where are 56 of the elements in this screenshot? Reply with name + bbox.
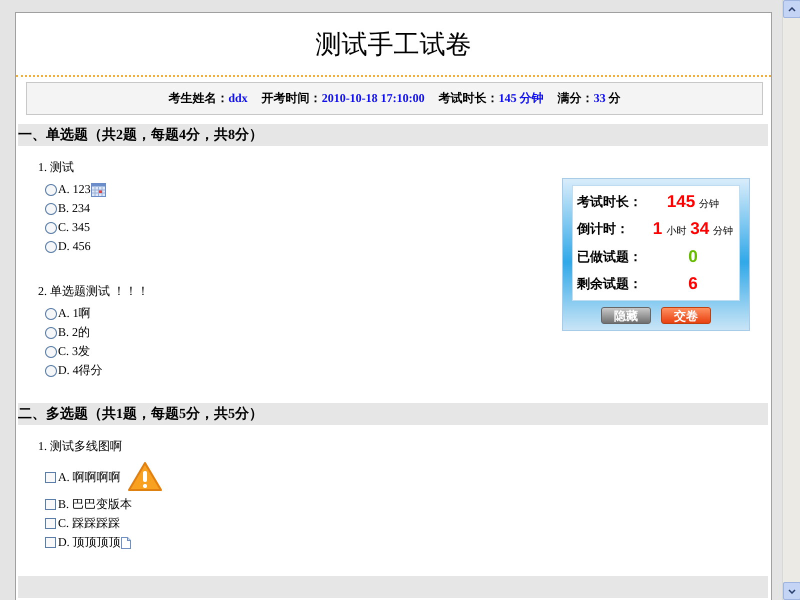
warning-icon: [126, 461, 163, 493]
option-label: A. 1啊: [58, 305, 91, 322]
chevron-down-icon: [788, 588, 796, 594]
section-heading: 一、单选题（共2题，每题4分，共8分）: [18, 124, 768, 146]
radio-button[interactable]: [45, 184, 57, 196]
option-label: D. 456: [58, 239, 91, 254]
radio-button[interactable]: [45, 364, 57, 376]
calendar-icon: [90, 182, 106, 196]
status-value: 0: [688, 246, 698, 267]
radio-button[interactable]: [45, 308, 57, 320]
exam-info-text: 考试时长：145 分钟: [438, 90, 544, 107]
status-label: 剩余试题：: [577, 275, 643, 294]
option-label: B. 2的: [58, 324, 90, 341]
scroll-down-button[interactable]: [783, 582, 800, 600]
radio-button[interactable]: [45, 202, 57, 214]
checkbox[interactable]: [45, 472, 56, 482]
status-unit: 小时: [666, 224, 686, 238]
question-text: 1. 测试多线图啊: [38, 438, 122, 455]
option-label: A. 123: [58, 182, 91, 197]
option-label: D. 4得分: [58, 362, 103, 379]
status-value: 1: [652, 219, 662, 240]
exam-info-text: 考生姓名：ddx: [168, 90, 248, 107]
status-value: 145: [666, 192, 696, 212]
status-value: 34: [690, 219, 710, 240]
status-unit: 分钟: [699, 198, 720, 211]
checkbox[interactable]: [45, 518, 56, 529]
option-label: B. 234: [58, 201, 90, 216]
exam-title: 测试手工试卷: [16, 13, 771, 77]
question-text: 1. 测试: [38, 159, 74, 176]
question-text: 2. 单选题测试 ！！！: [38, 283, 149, 300]
option-label: A. 啊啊啊啊: [58, 468, 121, 486]
checkbox[interactable]: [45, 499, 56, 510]
option-label: D. 顶顶顶顶: [58, 534, 121, 551]
hide-button[interactable]: 隐藏: [601, 307, 651, 324]
option-label: B. 巴巴变版本: [58, 496, 132, 513]
document-icon: [120, 536, 131, 548]
exam-info-text: 开考时间：2010-10-18 17:10:00: [262, 90, 425, 107]
option-label: C. 踩踩踩踩: [58, 515, 120, 532]
status-label: 考试时长：: [577, 192, 643, 211]
radio-button[interactable]: [45, 346, 57, 358]
section-heading: 二、多选题（共1题，每题5分，共5分）: [18, 403, 768, 425]
exam-info-text: 满分：33 分: [558, 90, 621, 107]
status-value: 6: [688, 274, 698, 294]
scroll-up-button[interactable]: [783, 0, 800, 18]
option-label: C. 345: [58, 220, 90, 235]
scrollbar[interactable]: [782, 0, 800, 600]
status-label: 倒计时：: [577, 220, 630, 238]
radio-button[interactable]: [45, 326, 57, 338]
status-label: 已做试题：: [577, 248, 643, 266]
status-unit: 分钟: [713, 224, 734, 238]
radio-button[interactable]: [45, 222, 57, 234]
option-label: C. 3发: [58, 343, 90, 360]
radio-button[interactable]: [45, 240, 57, 252]
checkbox[interactable]: [45, 537, 56, 548]
chevron-up-icon: [788, 6, 796, 12]
submit-button[interactable]: 交卷: [661, 307, 711, 324]
